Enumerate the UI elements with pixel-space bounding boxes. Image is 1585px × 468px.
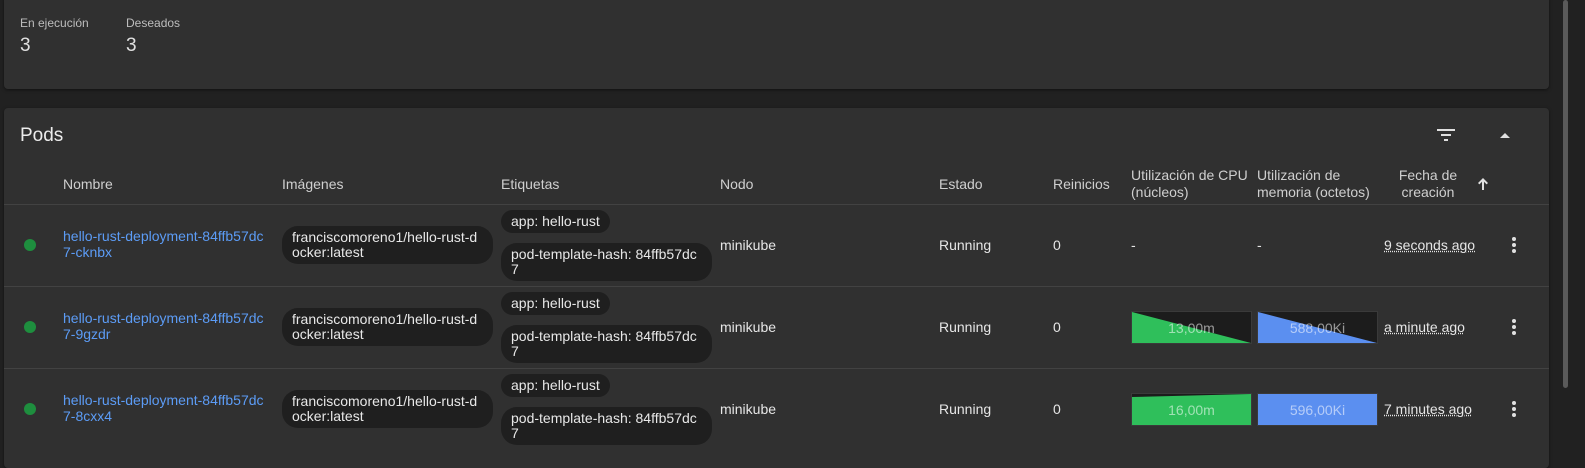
- creation-age[interactable]: 7 minutes ago: [1384, 401, 1472, 417]
- label-chip-hash: pod-template-hash: 84ffb57dc7: [501, 325, 712, 363]
- column-header-status[interactable]: Estado: [939, 176, 983, 193]
- column-header-cpu: Utilización de CPU (núcleos): [1131, 167, 1248, 200]
- more-vert-icon: [1512, 237, 1516, 253]
- column-header-restarts[interactable]: Reinicios: [1053, 176, 1110, 193]
- label-chip-app: app: hello-rust: [501, 292, 610, 315]
- more-vert-icon: [1512, 401, 1516, 417]
- pods-card: Pods Nombre Imágenes Etiquetas Nodo Esta…: [4, 108, 1549, 468]
- filter-button[interactable]: [1434, 123, 1458, 147]
- column-header-name[interactable]: Nombre: [63, 176, 113, 193]
- pods-title: Pods: [20, 125, 64, 146]
- cpu-value: 16,00m: [1168, 401, 1215, 418]
- column-header-labels: Etiquetas: [501, 176, 560, 192]
- desired-stat: Deseados 3: [126, 16, 180, 57]
- status-cell: Running: [939, 237, 992, 253]
- memory-value: 588,00Ki: [1289, 319, 1346, 336]
- chevron-up-icon: [1500, 133, 1510, 138]
- image-chip: franciscomoreno1/hello-rust-docker:lates…: [282, 226, 493, 264]
- sort-created-button[interactable]: [1471, 172, 1495, 196]
- memory-cell: -: [1257, 237, 1262, 253]
- running-value: 3: [20, 35, 31, 56]
- creation-age[interactable]: 9 seconds ago: [1384, 237, 1475, 253]
- desired-value: 3: [126, 35, 137, 56]
- restarts-cell: 0: [1053, 319, 1061, 335]
- column-header-created[interactable]: Fecha de creación: [1397, 167, 1459, 201]
- memory-sparkline: 596,00Ki: [1257, 393, 1378, 426]
- running-label: En ejecución: [20, 16, 89, 30]
- label-chip-hash: pod-template-hash: 84ffb57dc7: [501, 243, 712, 281]
- running-stat: En ejecución 3: [20, 16, 89, 57]
- cpu-sparkline: 16,00m: [1131, 393, 1252, 426]
- table-row: hello-rust-deployment-84ffb57dc7-9gzdr f…: [4, 286, 1549, 369]
- node-cell: minikube: [720, 237, 777, 253]
- collapse-button[interactable]: [1493, 123, 1517, 147]
- label-chip-hash: pod-template-hash: 84ffb57dc7: [501, 407, 712, 445]
- desired-label: Deseados: [126, 16, 181, 30]
- page-scrollbar[interactable]: [1563, 0, 1568, 388]
- status-cell: Running: [939, 401, 992, 417]
- memory-sparkline: 588,00Ki: [1257, 311, 1378, 344]
- status-running-icon: [24, 321, 36, 333]
- deployment-summary-card: En ejecución 3 Deseados 3: [4, 0, 1549, 89]
- node-cell: minikube: [720, 319, 777, 335]
- restarts-cell: 0: [1053, 401, 1061, 417]
- row-actions-button[interactable]: [1502, 397, 1526, 421]
- creation-age[interactable]: a minute ago: [1384, 319, 1465, 335]
- table-row: hello-rust-deployment-84ffb57dc7-8cxx4 f…: [4, 368, 1549, 451]
- row-actions-button[interactable]: [1502, 315, 1526, 339]
- column-header-node[interactable]: Nodo: [720, 176, 753, 193]
- label-chip-app: app: hello-rust: [501, 210, 610, 233]
- more-vert-icon: [1512, 319, 1516, 335]
- row-actions-button[interactable]: [1502, 233, 1526, 257]
- arrow-up-icon: [1478, 178, 1488, 190]
- node-cell: minikube: [720, 401, 777, 417]
- column-header-memory: Utilización de memoria (octetos): [1257, 167, 1370, 200]
- cpu-value: 13,00m: [1168, 319, 1215, 336]
- image-chip: franciscomoreno1/hello-rust-docker:lates…: [282, 308, 493, 346]
- pod-name-link[interactable]: hello-rust-deployment-84ffb57dc7-8cxx4: [63, 392, 268, 424]
- status-cell: Running: [939, 319, 992, 335]
- cpu-cell: -: [1131, 237, 1136, 253]
- cpu-sparkline: 13,00m: [1131, 311, 1252, 344]
- label-chip-app: app: hello-rust: [501, 374, 610, 397]
- table-row: hello-rust-deployment-84ffb57dc7-cknbx f…: [4, 204, 1549, 287]
- filter-icon: [1437, 129, 1455, 141]
- pod-name-link[interactable]: hello-rust-deployment-84ffb57dc7-9gzdr: [63, 310, 268, 342]
- memory-value: 596,00Ki: [1289, 401, 1346, 418]
- column-header-images: Imágenes: [282, 176, 344, 192]
- status-running-icon: [24, 239, 36, 251]
- status-running-icon: [24, 403, 36, 415]
- image-chip: franciscomoreno1/hello-rust-docker:lates…: [282, 390, 493, 428]
- restarts-cell: 0: [1053, 237, 1061, 253]
- pod-name-link[interactable]: hello-rust-deployment-84ffb57dc7-cknbx: [63, 228, 268, 260]
